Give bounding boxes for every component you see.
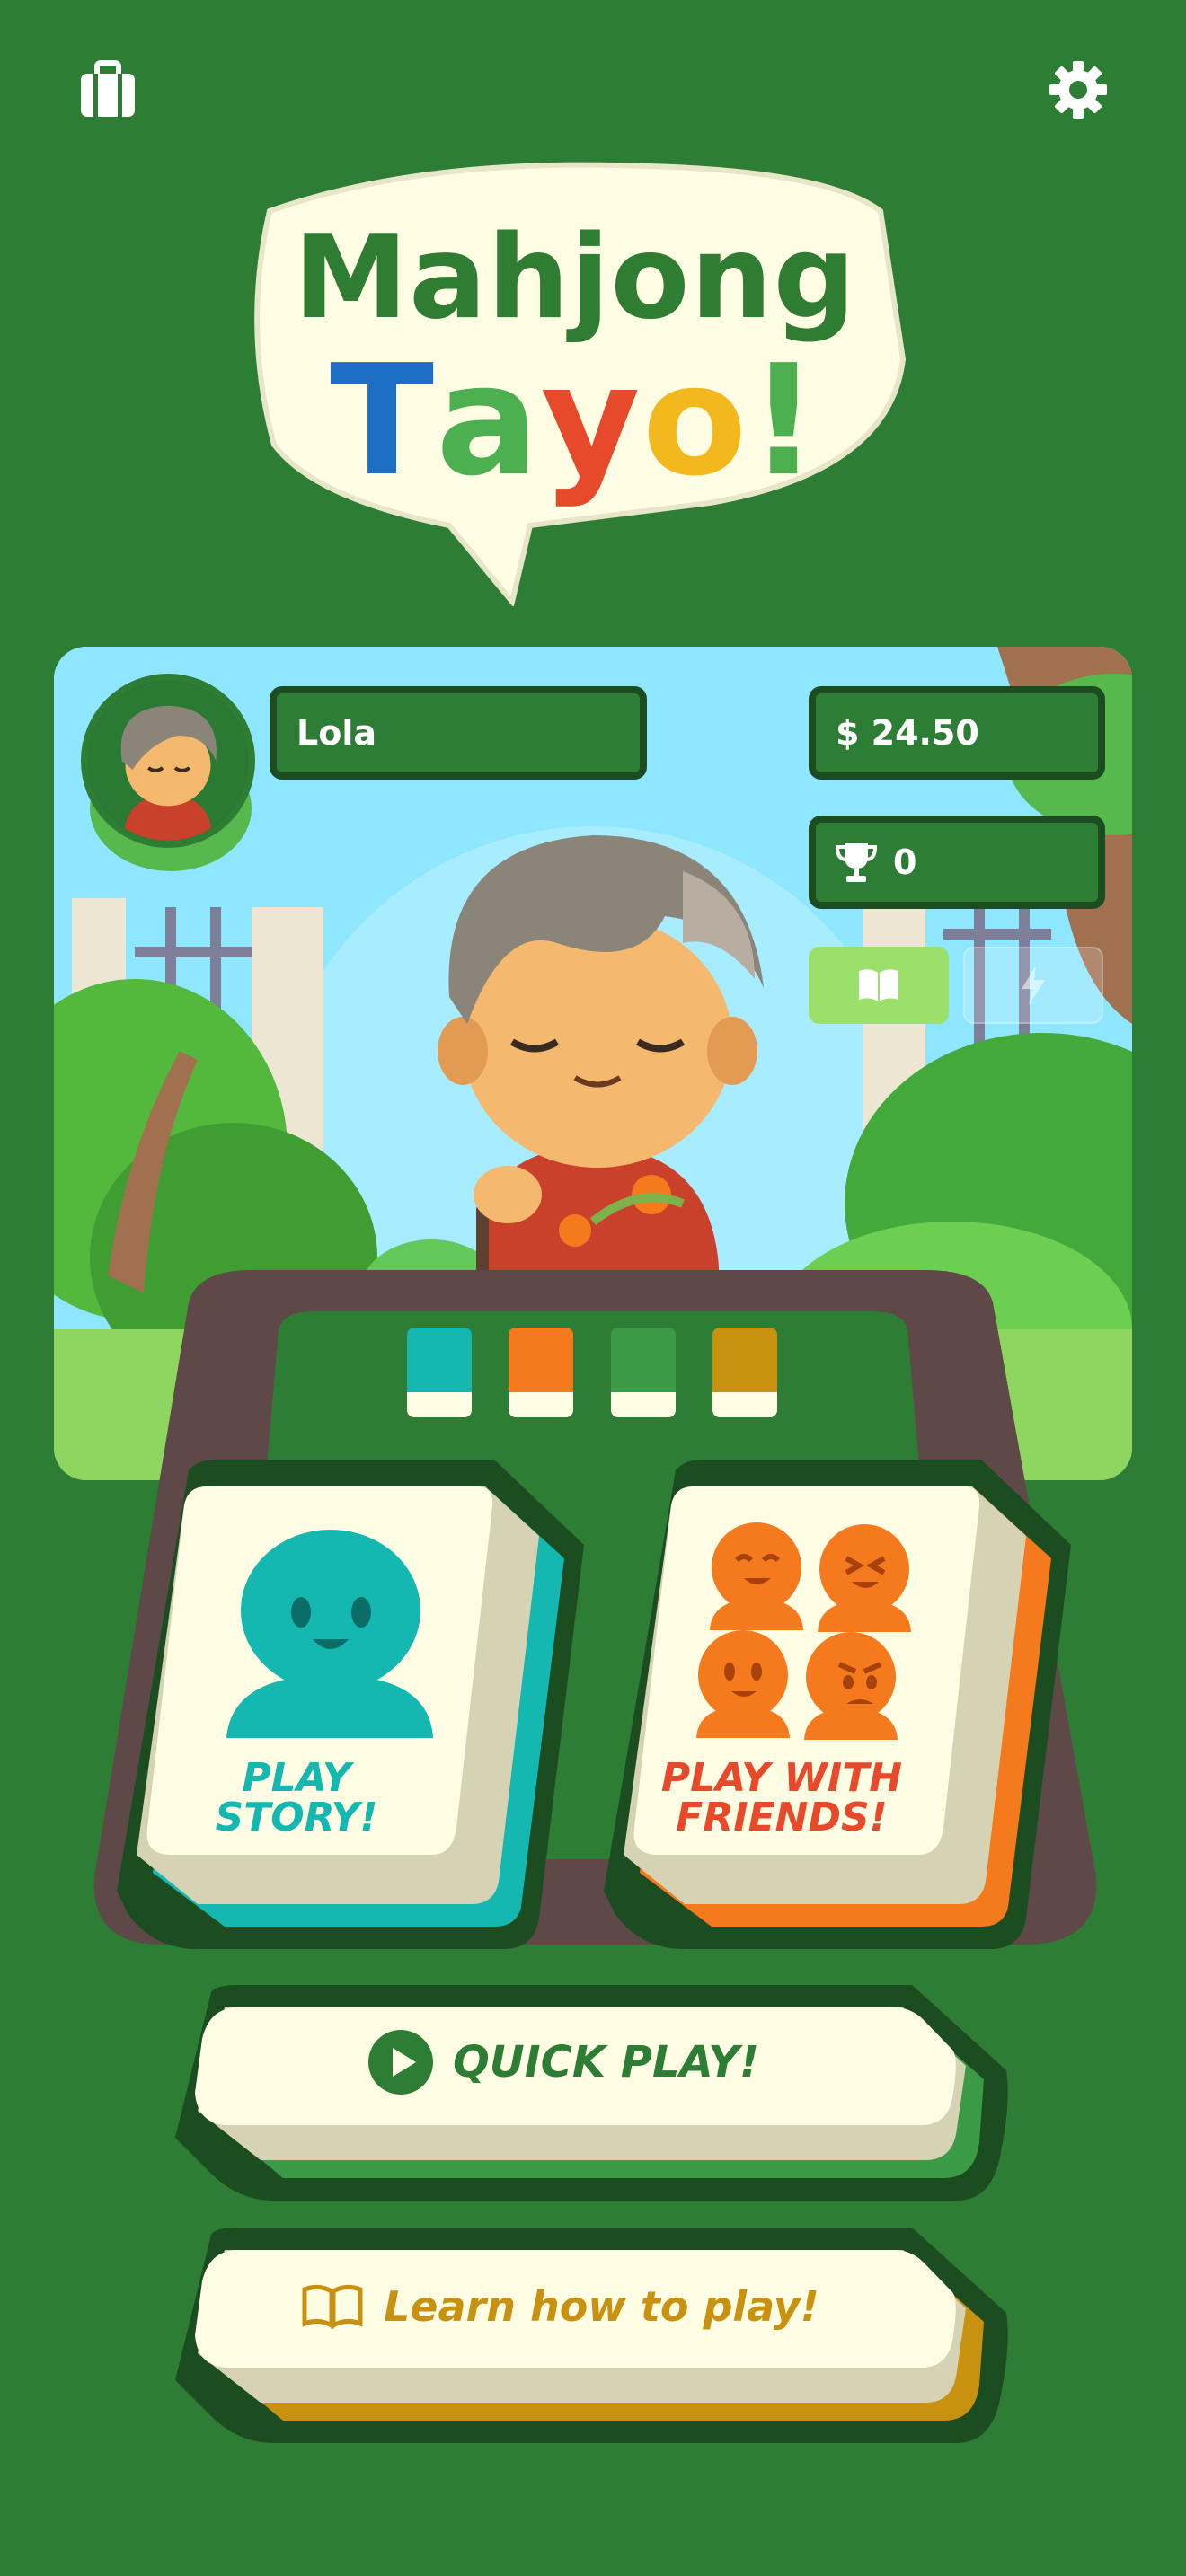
logo-letter: T xyxy=(330,332,437,510)
logo-word-mahjong: Mahjong xyxy=(293,211,857,345)
book-button[interactable] xyxy=(809,947,949,1024)
logo-letter: ! xyxy=(748,332,820,510)
learn-how-to-play-label: Learn how to play! xyxy=(301,2272,819,2341)
player-name-field[interactable]: Lola xyxy=(270,686,647,780)
player-avatar[interactable] xyxy=(81,674,255,848)
play-with-friends-label: PLAY WITH FRIENDS! xyxy=(629,1759,934,1838)
trophy-count: 0 xyxy=(893,842,917,882)
money-display: $ 24.50 xyxy=(809,686,1105,780)
play-story-label-line: STORY! xyxy=(215,1795,378,1840)
logo-word-tayo: Tayo! xyxy=(243,332,907,510)
tile-slot-orange xyxy=(509,1328,573,1417)
briefcase-icon[interactable] xyxy=(72,54,144,126)
trophy-display: 0 xyxy=(809,816,1105,909)
player-name: Lola xyxy=(296,713,376,753)
tile-slot-gold xyxy=(712,1328,777,1417)
play-with-friends-label-line: PLAY WITH xyxy=(660,1755,903,1801)
logo-letter: a xyxy=(436,332,541,510)
play-story-label: PLAY STORY! xyxy=(180,1759,413,1838)
game-logo: Mahjong Tayo! xyxy=(243,148,907,608)
gear-icon[interactable] xyxy=(1042,54,1114,126)
trophy-icon xyxy=(836,843,877,882)
learn-how-to-play-text: Learn how to play! xyxy=(384,2282,819,2331)
tile-slot-green xyxy=(611,1328,676,1417)
money-value: $ 24.50 xyxy=(836,713,979,753)
quick-play-label: QUICK PLAY! xyxy=(368,2028,759,2096)
play-with-friends-label-line: FRIENDS! xyxy=(676,1795,888,1840)
logo-letter: y xyxy=(540,332,642,510)
open-book-icon xyxy=(302,2284,363,2329)
logo-letter: o xyxy=(642,332,749,510)
lightning-button[interactable] xyxy=(963,947,1103,1024)
play-story-label-line: PLAY xyxy=(242,1755,351,1801)
play-with-friends-button[interactable] xyxy=(604,1460,1071,1958)
play-story-button[interactable] xyxy=(117,1460,584,1958)
tile-slot-teal xyxy=(407,1328,472,1417)
book-icon xyxy=(859,969,898,1001)
quick-play-text: QUICK PLAY! xyxy=(453,2037,759,2087)
play-icon xyxy=(368,2030,433,2095)
lightning-icon xyxy=(1022,966,1045,1005)
